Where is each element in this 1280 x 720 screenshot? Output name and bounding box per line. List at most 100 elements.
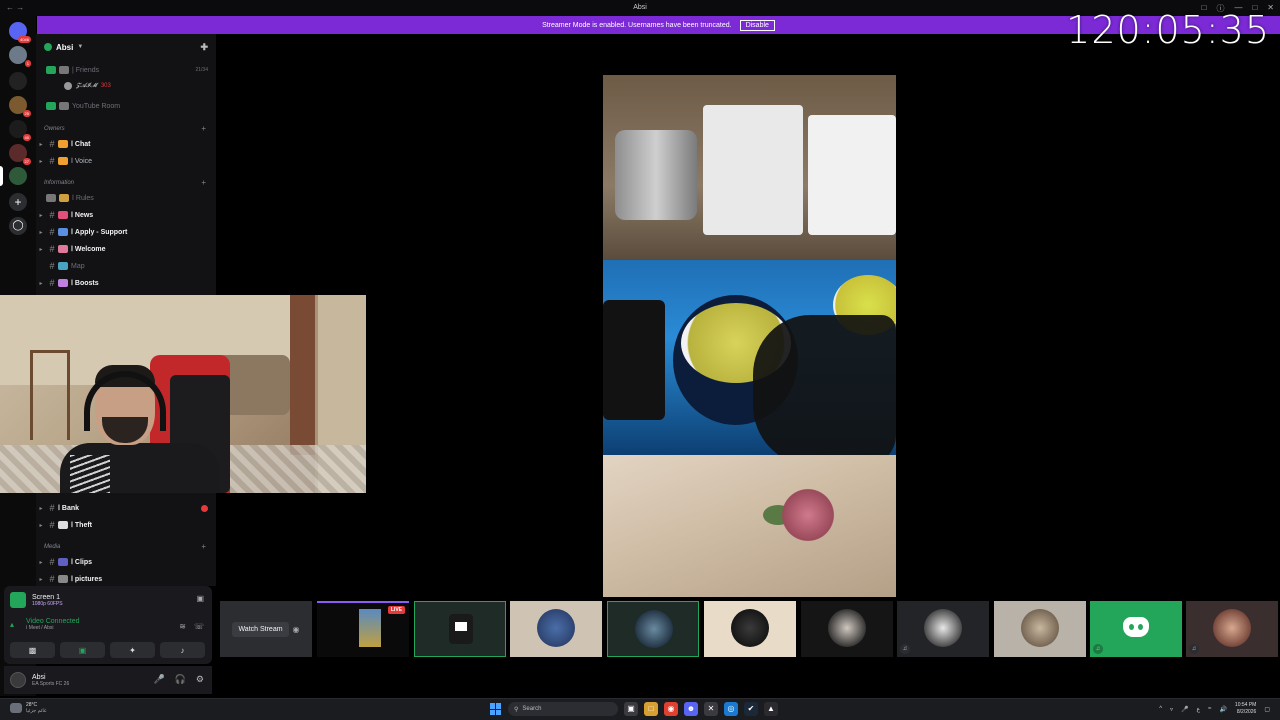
wifi-icon[interactable]: ≈ bbox=[1208, 706, 1211, 712]
category-media[interactable]: Media bbox=[44, 544, 60, 550]
avatar bbox=[828, 609, 866, 647]
discord-logo-icon bbox=[1123, 617, 1149, 637]
chevron-up-icon[interactable]: ^ bbox=[1159, 706, 1162, 712]
add-server-icon[interactable]: + bbox=[9, 193, 27, 211]
notifications-icon[interactable]: ▢ bbox=[1264, 706, 1270, 713]
emoji-icon bbox=[58, 279, 68, 287]
category-owners[interactable]: Owners bbox=[44, 126, 65, 132]
weather-widget[interactable]: 28°C غائم جزئيا bbox=[10, 702, 47, 714]
participant-tile[interactable]: ♫ bbox=[1090, 601, 1182, 657]
discord-icon[interactable]: ☻ bbox=[684, 702, 698, 716]
channel-welcome[interactable]: ▸ # ا Welcome bbox=[36, 241, 216, 257]
noise-suppression-icon[interactable]: ≋ bbox=[179, 622, 186, 631]
add-channel-icon[interactable]: + bbox=[201, 178, 206, 187]
eye-icon[interactable]: ◉ bbox=[293, 625, 300, 634]
participant-tile[interactable] bbox=[414, 601, 506, 657]
channel-label: Map bbox=[71, 262, 85, 270]
add-channel-icon[interactable]: + bbox=[201, 542, 206, 551]
hash-icon: # bbox=[49, 139, 55, 149]
channel-news[interactable]: ▸ # ا News bbox=[36, 207, 216, 223]
activities-button[interactable]: ✦ bbox=[110, 642, 155, 658]
search-placeholder: Search bbox=[522, 706, 542, 712]
muted-icon: ♫ bbox=[1189, 644, 1199, 654]
server-icon[interactable] bbox=[9, 167, 27, 185]
channel-map[interactable]: # Map bbox=[36, 258, 216, 274]
participant-tile[interactable] bbox=[510, 601, 602, 657]
edge-icon[interactable]: ◎ bbox=[724, 702, 738, 716]
live-stream-tile[interactable]: LIVE bbox=[317, 601, 409, 657]
participant-tile[interactable] bbox=[607, 601, 699, 657]
server-icon[interactable]: 25 bbox=[9, 96, 31, 117]
camera-off-button[interactable]: ▩ bbox=[10, 642, 55, 658]
connection-channel: ا Meet / Absi bbox=[26, 625, 54, 631]
channel-bank[interactable]: ▸ # ا Bank bbox=[36, 500, 216, 516]
start-button[interactable] bbox=[490, 703, 502, 715]
channel-label: ا Boosts bbox=[71, 280, 99, 287]
channel-chat[interactable]: ▸ # ا Chat bbox=[36, 136, 216, 152]
channel-clips[interactable]: ▸ # ا Clips bbox=[36, 554, 216, 570]
channel-apply-support[interactable]: ▸ # ا Apply - Support bbox=[36, 224, 216, 240]
participant-tile[interactable] bbox=[704, 601, 796, 657]
direct-messages-icon[interactable]: 4046 bbox=[9, 22, 31, 43]
channel-boosts[interactable]: ▸ # ا Boosts bbox=[36, 275, 216, 291]
guild-header[interactable]: Absi ▼ ✚ bbox=[36, 34, 216, 60]
disable-streamer-mode-button[interactable]: Disable bbox=[739, 19, 775, 31]
connection-status[interactable]: Video Connected bbox=[26, 618, 80, 625]
volume-icon[interactable]: 🔊 bbox=[1219, 706, 1226, 713]
unread-badge: 40 bbox=[22, 134, 31, 141]
server-icon[interactable] bbox=[9, 72, 27, 90]
file-explorer-icon[interactable]: □ bbox=[644, 702, 658, 716]
participant-tile[interactable]: ♫ bbox=[897, 601, 989, 657]
active-server-indicator bbox=[0, 166, 3, 186]
participant-tile[interactable] bbox=[801, 601, 893, 657]
task-view-icon[interactable]: ▣ bbox=[624, 702, 638, 716]
person-add-icon[interactable]: ✚ bbox=[200, 42, 208, 53]
channel-pictures[interactable]: ▸ # ا pictures bbox=[36, 571, 216, 586]
speaker-icon bbox=[46, 102, 56, 110]
add-channel-icon[interactable]: + bbox=[201, 124, 206, 133]
watch-stream-button[interactable]: Watch Stream bbox=[232, 621, 289, 637]
disconnect-icon[interactable]: ☏ bbox=[194, 622, 204, 631]
avatar bbox=[537, 609, 575, 647]
system-tray: ^ ▿ 🎤 ع ≈ 🔊 10:54 PM 8/2/2026 ▢ bbox=[1159, 702, 1270, 716]
headphones-icon[interactable]: 🎧 bbox=[175, 674, 186, 685]
avatar[interactable] bbox=[10, 672, 26, 688]
steam-icon[interactable]: ✔ bbox=[744, 702, 758, 716]
language-icon[interactable]: ع bbox=[1197, 706, 1201, 713]
microphone-tray-icon[interactable]: 🎤 bbox=[1181, 706, 1188, 713]
microphone-icon[interactable]: 🎤 bbox=[153, 674, 164, 685]
channel-friends[interactable]: | Friends 21/34 bbox=[36, 62, 216, 78]
screen-share-info[interactable]: Screen 1 1080p 60FPS bbox=[10, 592, 63, 608]
chevron-down-icon: ▼ bbox=[77, 44, 84, 50]
server-icon[interactable]: 40 bbox=[9, 120, 31, 141]
server-icon[interactable]: 1 bbox=[9, 46, 31, 67]
screen-settings-icon[interactable]: ▣ bbox=[196, 594, 204, 603]
category-information[interactable]: Information bbox=[44, 180, 74, 186]
discover-icon[interactable]: ◯ bbox=[9, 217, 27, 235]
participant-tile[interactable]: ♫ bbox=[1186, 601, 1278, 657]
app-icon[interactable]: ✕ bbox=[704, 702, 718, 716]
soundboard-button[interactable]: ♪ bbox=[160, 642, 205, 658]
participant-tile[interactable] bbox=[994, 601, 1086, 657]
emoji-icon bbox=[58, 211, 68, 219]
taskbar-search[interactable]: ⚲ Search bbox=[508, 702, 618, 716]
server-icon[interactable]: 27 bbox=[9, 144, 31, 165]
voice-user[interactable]: 𝓩𝓐𝓘𝓜 303 bbox=[64, 82, 111, 90]
channel-rules[interactable]: ا Rules bbox=[36, 190, 216, 206]
channel-theft[interactable]: ▸ # ا Theft bbox=[36, 517, 216, 533]
lock-icon bbox=[59, 66, 69, 74]
lock-icon bbox=[59, 102, 69, 110]
gear-icon[interactable]: ⚙ bbox=[196, 674, 204, 685]
network-icon[interactable]: ▿ bbox=[1170, 706, 1173, 713]
avatar bbox=[635, 610, 673, 648]
watch-stream-tile[interactable]: Watch Stream ◉ bbox=[220, 601, 312, 657]
ea-app-icon[interactable]: ▲ bbox=[764, 702, 778, 716]
main-stream-video[interactable] bbox=[603, 75, 896, 597]
signal-icon: ▴ bbox=[10, 619, 15, 629]
clock[interactable]: 10:54 PM 8/2/2026 bbox=[1235, 702, 1256, 716]
channel-voice[interactable]: ▸ # ا Voice bbox=[36, 153, 216, 169]
unread-badge: 1 bbox=[24, 60, 31, 67]
chrome-icon[interactable]: ◉ bbox=[664, 702, 678, 716]
screen-share-button[interactable]: ▣ bbox=[60, 642, 105, 658]
channel-youtube-room[interactable]: YouTube Room bbox=[36, 98, 216, 114]
